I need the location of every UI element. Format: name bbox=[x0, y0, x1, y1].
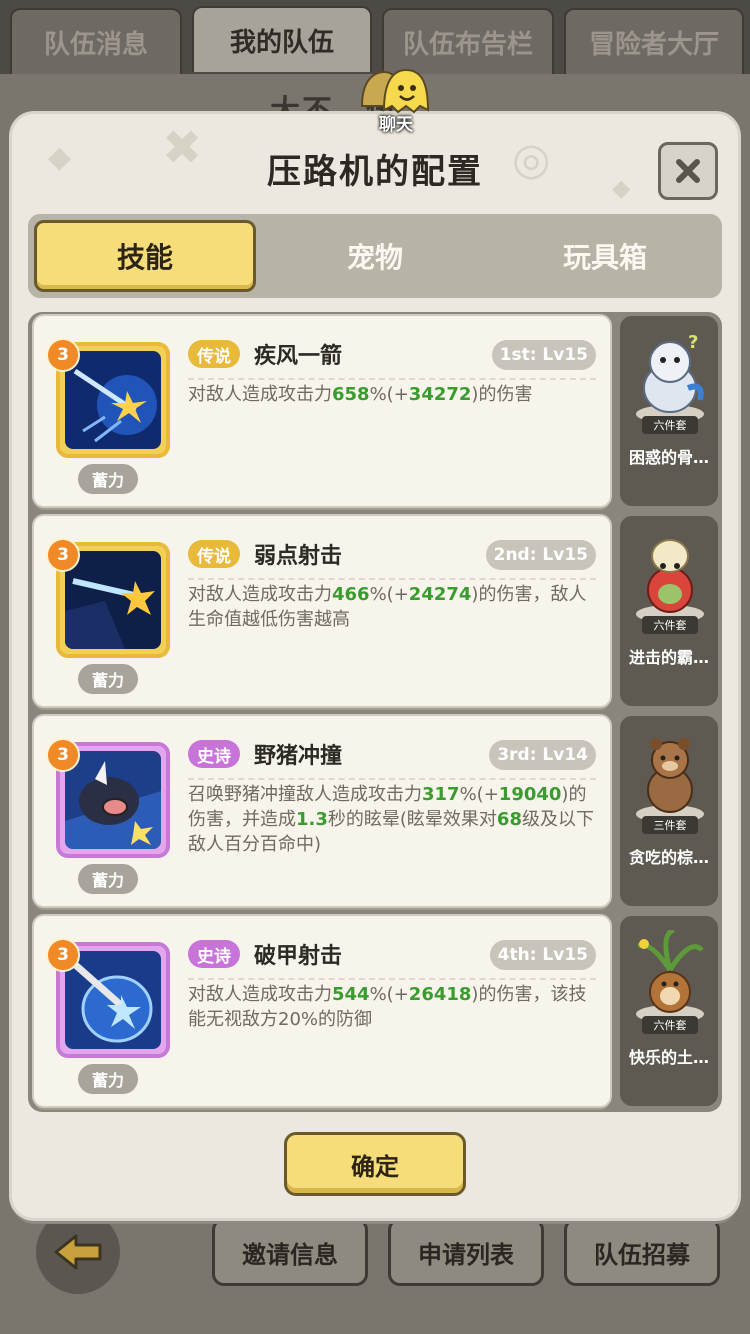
skill-slot-level: 4th: Lv15 bbox=[489, 940, 596, 970]
skill-description: 对敌人造成攻击力658%(+34272)的伤害 bbox=[188, 384, 533, 405]
skill-card[interactable]: 3 蓄力 传说 弱点射击 2nd: Lv15 对敌人造成攻击力466%(+242… bbox=[34, 516, 610, 706]
skill-card[interactable]: 3 蓄力 史诗 破甲射击 4th: Lv15 对敌人造成攻击力544%(+264… bbox=[34, 916, 610, 1106]
tab-team-board[interactable]: 队伍布告栏 bbox=[382, 8, 554, 74]
star-level-badge: 3 bbox=[46, 538, 80, 572]
svg-text:?: ? bbox=[688, 332, 698, 353]
charge-tag: 蓄力 bbox=[78, 1064, 138, 1094]
back-button[interactable] bbox=[36, 1210, 120, 1294]
pet-name: 快乐的土… bbox=[628, 1048, 709, 1067]
close-button[interactable] bbox=[658, 142, 718, 200]
skill-description: 召唤野猪冲撞敌人造成攻击力317%(+19040)的伤害，并造成1.3秒的眩晕(… bbox=[188, 784, 594, 855]
skill-list[interactable]: 3 蓄力 传说 疾风一箭 1st: Lv15 对敌人造成攻击力658%(+342… bbox=[28, 312, 722, 1112]
pet-figure-icon: ? bbox=[630, 330, 710, 426]
tab-adventurer-hall[interactable]: 冒险者大厅 bbox=[564, 8, 744, 74]
pet-figure-icon bbox=[630, 927, 710, 1026]
invite-info-button[interactable]: 邀请信息 bbox=[212, 1218, 368, 1286]
skill-card[interactable]: 3 蓄力 史诗 野猪冲撞 3rd: Lv14 召唤野猪冲撞敌人造成攻击力317%… bbox=[34, 716, 610, 906]
chat-label: 聊天 bbox=[379, 115, 413, 135]
config-modal: ◆ ✖ ◎ ◆ 压路机的配置 技能 宠物 玩具箱 3 蓄力 传说 疾风一箭 1s… bbox=[12, 114, 738, 1218]
star-level-badge: 3 bbox=[46, 738, 80, 772]
skill-description: 对敌人造成攻击力466%(+24274)的伤害，敌人生命值越低伤害越高 bbox=[188, 584, 587, 630]
pet-name: 进击的霸… bbox=[628, 648, 709, 667]
skill-card[interactable]: 3 蓄力 传说 疾风一箭 1st: Lv15 对敌人造成攻击力658%(+342… bbox=[34, 316, 610, 506]
chat-button[interactable]: 聊天 bbox=[356, 66, 436, 135]
tab-team-messages[interactable]: 队伍消息 bbox=[10, 8, 182, 74]
skill-name: 疾风一箭 bbox=[254, 344, 343, 369]
rarity-badge: 传说 bbox=[188, 340, 240, 368]
back-arrow-icon bbox=[54, 1234, 102, 1270]
skill-slot-level: 3rd: Lv14 bbox=[489, 740, 596, 770]
team-recruit-button[interactable]: 队伍招募 bbox=[564, 1218, 720, 1286]
pet-slot[interactable]: 六件套 进击的霸… bbox=[620, 516, 718, 706]
boar-charge-skill-icon bbox=[65, 751, 161, 849]
pet-slot[interactable]: ? 六件套 困惑的骨… bbox=[620, 316, 718, 506]
pet-set-badge: 六件套 bbox=[642, 616, 698, 634]
pet-set-badge: 六件套 bbox=[642, 416, 698, 434]
skill-slot-level: 2nd: Lv15 bbox=[485, 540, 596, 570]
charge-tag: 蓄力 bbox=[78, 864, 138, 894]
tab-toybox[interactable]: 玩具箱 bbox=[494, 220, 716, 292]
chat-ghost-icon bbox=[360, 68, 430, 114]
tab-skills[interactable]: 技能 bbox=[34, 220, 256, 292]
pet-set-badge: 三件套 bbox=[642, 816, 698, 834]
rarity-badge: 传说 bbox=[188, 540, 240, 568]
tab-my-team[interactable]: 我的队伍 bbox=[192, 6, 372, 72]
skill-description: 对敌人造成攻击力544%(+26418)的伤害，该技能无视敌方20%的防御 bbox=[188, 984, 587, 1030]
config-tab-bar: 技能 宠物 玩具箱 bbox=[28, 214, 722, 298]
gale-arrow-skill-icon bbox=[65, 351, 161, 449]
weak-point-shot-skill-icon bbox=[65, 551, 161, 649]
skill-name: 破甲射击 bbox=[254, 944, 343, 969]
pet-name: 贪吃的棕… bbox=[628, 848, 709, 867]
star-level-badge: 3 bbox=[46, 938, 80, 972]
team-top-tab-bar: 队伍消息 我的队伍 队伍布告栏 冒险者大厅 bbox=[0, 0, 750, 76]
rarity-badge: 史诗 bbox=[188, 940, 240, 968]
pet-name: 困惑的骨… bbox=[628, 448, 709, 467]
rarity-badge: 史诗 bbox=[188, 740, 240, 768]
skill-name: 野猪冲撞 bbox=[254, 744, 343, 769]
charge-tag: 蓄力 bbox=[78, 664, 138, 694]
armor-pierce-shot-skill-icon bbox=[65, 951, 161, 1049]
pet-figure-icon bbox=[630, 530, 710, 626]
close-icon bbox=[676, 159, 700, 183]
pet-slot[interactable]: 三件套 贪吃的棕… bbox=[620, 716, 718, 906]
skill-name: 弱点射击 bbox=[254, 544, 343, 569]
pet-figure-icon bbox=[630, 730, 710, 826]
pet-slot[interactable]: 六件套 快乐的土… bbox=[620, 916, 718, 1106]
divider bbox=[188, 778, 596, 780]
confirm-button[interactable]: 确定 bbox=[284, 1132, 466, 1196]
charge-tag: 蓄力 bbox=[78, 464, 138, 494]
pet-set-badge: 六件套 bbox=[642, 1016, 698, 1034]
star-level-badge: 3 bbox=[46, 338, 80, 372]
divider bbox=[188, 378, 596, 380]
divider bbox=[188, 978, 596, 980]
apply-list-button[interactable]: 申请列表 bbox=[388, 1218, 544, 1286]
tab-pets[interactable]: 宠物 bbox=[264, 220, 486, 292]
divider bbox=[188, 578, 596, 580]
skill-slot-level: 1st: Lv15 bbox=[491, 340, 596, 370]
modal-title: 压路机的配置 bbox=[267, 152, 483, 192]
